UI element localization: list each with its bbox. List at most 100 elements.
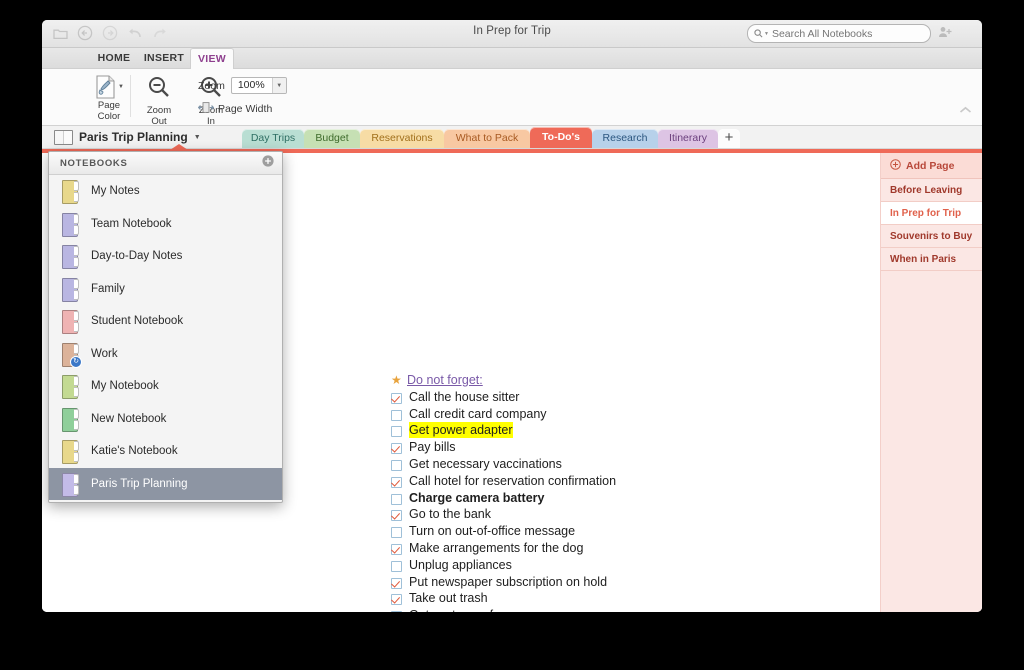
search-icon: ▼ <box>754 29 769 38</box>
notebook-icon <box>62 212 79 237</box>
checkbox-checked-icon[interactable] <box>391 443 402 455</box>
todo-list: ★ Do not forget: Call the house sitter Call… <box>391 372 616 612</box>
section-tab-to-do-s[interactable]: To-Do's <box>530 127 592 148</box>
notebook-item-work[interactable]: ↻ Work <box>49 338 282 371</box>
add-person-icon[interactable] <box>938 25 952 43</box>
star-icon: ★ <box>391 373 402 387</box>
ribbon: ▼ Page Color Zoom Out Zoom In Zoom 100% … <box>42 69 982 126</box>
notebook-item-team-notebook[interactable]: Team Notebook <box>49 208 282 241</box>
zoom-level-select[interactable]: 100% ▼ <box>230 77 287 94</box>
todo-row[interactable]: Put newspaper subscription on hold <box>391 574 616 591</box>
todo-row[interactable]: Unplug appliances <box>391 557 616 574</box>
notebook-item-student-notebook[interactable]: Student Notebook <box>49 305 282 338</box>
todo-label: Call the house sitter <box>409 389 520 404</box>
notebook-icon <box>62 245 79 270</box>
todo-label: Get necessary vaccinations <box>409 456 562 471</box>
plus-circle-icon[interactable] <box>262 154 274 172</box>
search-area: ▼ <box>747 24 952 43</box>
todo-label: Get power adapter <box>409 422 513 439</box>
zoom-level-label: Zoom <box>198 79 225 92</box>
checkbox-unchecked-icon[interactable] <box>391 409 402 421</box>
tab-insert[interactable]: INSERT <box>138 48 190 68</box>
checkbox-unchecked-icon[interactable] <box>391 426 402 438</box>
chevron-up-icon[interactable] <box>959 101 972 119</box>
notebook-item-label: Day-to-Day Notes <box>91 250 183 263</box>
notebook-icon <box>62 440 79 465</box>
checkbox-checked-icon[interactable] <box>391 392 402 404</box>
todo-label: Get costumes from... <box>409 607 525 612</box>
notebook-item-day-to-day-notes[interactable]: Day-to-Day Notes <box>49 240 282 273</box>
tab-home[interactable]: HOME <box>90 48 138 68</box>
add-page-button[interactable]: Add Page <box>881 153 982 179</box>
section-tab-itinerary[interactable]: Itinerary <box>658 129 718 148</box>
todo-label: Charge camera battery <box>409 490 545 505</box>
notebooks-dropdown-panel: NOTEBOOKS My Notes Team Notebook Day-to-Da… <box>48 151 283 503</box>
checkbox-unchecked-icon[interactable] <box>391 527 402 539</box>
notebook-item-my-notes[interactable]: My Notes <box>49 175 282 208</box>
notebook-icon <box>62 375 79 400</box>
notebooks-list: My Notes Team Notebook Day-to-Day Notes Fam… <box>49 175 282 500</box>
checkbox-unchecked-icon[interactable] <box>391 611 402 612</box>
section-tab-reservations[interactable]: Reservations <box>360 129 444 148</box>
section-tab-what-to-pack[interactable]: What to Pack <box>444 129 530 148</box>
page-color-label: Page Color <box>97 100 121 122</box>
add-section-button[interactable]: + <box>718 129 740 148</box>
screen: In Prep for Trip ▼ HOME INSERT VIEW <box>0 0 1024 670</box>
todo-row[interactable]: Call hotel for reservation confirmation <box>391 473 616 490</box>
notebook-pane-pointer <box>170 144 188 150</box>
section-tab-budget[interactable]: Budget <box>304 129 360 148</box>
todo-row[interactable]: Charge camera battery <box>391 490 616 507</box>
page-item-when-in-paris[interactable]: When in Paris <box>881 248 982 271</box>
notebook-icon <box>62 310 79 335</box>
notebook-item-family[interactable]: Family <box>49 273 282 306</box>
todo-row[interactable]: Take out trash <box>391 590 616 607</box>
tab-view[interactable]: VIEW <box>190 48 234 69</box>
page-item-souvenirs-to-buy[interactable]: Souvenirs to Buy <box>881 225 982 248</box>
page-width-label: Page Width <box>218 103 273 115</box>
page-width-button[interactable]: Page Width <box>197 102 287 116</box>
search-box[interactable]: ▼ <box>747 24 931 43</box>
todo-label: Put newspaper subscription on hold <box>409 574 608 589</box>
todo-row[interactable]: Make arrangements for the dog <box>391 540 616 557</box>
notebook-item-new-notebook[interactable]: New Notebook <box>49 403 282 436</box>
notebook-item-katie-s-notebook[interactable]: Katie's Notebook <box>49 435 282 468</box>
checkbox-checked-icon[interactable] <box>391 594 402 606</box>
notebook-item-label: Team Notebook <box>91 217 172 230</box>
add-page-label: Add Page <box>906 159 955 172</box>
search-input[interactable] <box>771 27 907 40</box>
chevron-down-icon[interactable]: ▼ <box>194 134 201 141</box>
todo-row[interactable]: Call credit card company <box>391 406 616 423</box>
notebook-item-paris-trip-planning[interactable]: Paris Trip Planning <box>49 467 282 500</box>
notebooks-panel-header: NOTEBOOKS <box>49 152 282 175</box>
sync-badge-icon: ↻ <box>70 355 82 368</box>
todo-row[interactable]: Get costumes from... <box>391 607 616 612</box>
ribbon-tab-strip: HOME INSERT VIEW <box>42 48 982 69</box>
checkbox-checked-icon[interactable] <box>391 543 402 555</box>
todo-row[interactable]: Go to the bank <box>391 506 616 523</box>
section-tab-day-trips[interactable]: Day Trips <box>242 129 304 148</box>
checkbox-unchecked-icon[interactable] <box>391 493 402 505</box>
checkbox-unchecked-icon[interactable] <box>391 459 402 471</box>
todo-label: Call credit card company <box>409 406 547 421</box>
zoom-out-button[interactable]: Zoom Out <box>136 75 182 127</box>
section-tab-research[interactable]: Research <box>592 129 658 148</box>
page-item-before-leaving[interactable]: Before Leaving <box>881 179 982 202</box>
todo-row[interactable]: Get necessary vaccinations <box>391 456 616 473</box>
todo-row[interactable]: Turn on out-of-office message <box>391 523 616 540</box>
notebook-item-my-notebook[interactable]: My Notebook <box>49 370 282 403</box>
todo-label: Take out trash <box>409 591 488 606</box>
todo-row[interactable]: Get power adapter <box>391 422 616 439</box>
todo-row[interactable]: ★ Do not forget: <box>391 372 616 389</box>
page-color-button[interactable]: ▼ Page Color <box>86 75 132 122</box>
checkbox-checked-icon[interactable] <box>391 577 402 589</box>
notebook-item-label: My Notebook <box>91 380 159 393</box>
page-item-in-prep-for-trip[interactable]: In Prep for Trip <box>881 202 982 225</box>
checkbox-unchecked-icon[interactable] <box>391 560 402 572</box>
chevron-down-icon[interactable]: ▼ <box>271 78 286 93</box>
todo-row[interactable]: Call the house sitter <box>391 389 616 406</box>
checkbox-checked-icon[interactable] <box>391 510 402 522</box>
notebook-icon <box>62 472 79 497</box>
todo-row[interactable]: Pay bills <box>391 439 616 456</box>
checkbox-checked-icon[interactable] <box>391 476 402 488</box>
notebook-icon <box>62 277 79 302</box>
